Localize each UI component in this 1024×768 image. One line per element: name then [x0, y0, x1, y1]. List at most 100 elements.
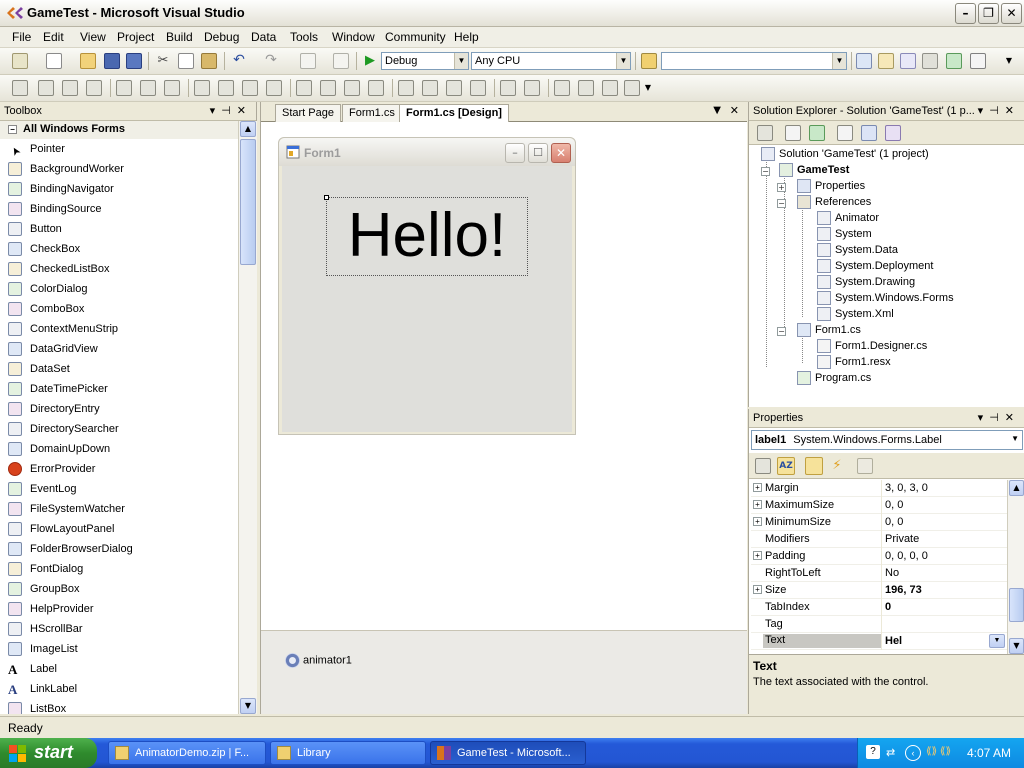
- form1-caption[interactable]: Form1 – ☐ ✕: [279, 138, 575, 166]
- refresh-icon[interactable]: [809, 125, 825, 141]
- window-position-icon[interactable]: ▾: [978, 105, 990, 117]
- reference-system-windows-forms[interactable]: System.Windows.Forms: [817, 291, 954, 305]
- form1-window[interactable]: Form1 – ☐ ✕ Hello!: [278, 137, 576, 435]
- menu-build[interactable]: Build: [166, 30, 193, 44]
- paste-icon[interactable]: [201, 53, 217, 69]
- toolbox-scrollbar[interactable]: ▲ ▼: [238, 121, 257, 714]
- vertical-spacing-icon[interactable]: [398, 80, 414, 96]
- property-row-padding[interactable]: + Padding 0, 0, 0, 0: [751, 548, 1007, 565]
- property-row-maximumsize[interactable]: + MaximumSize 0, 0: [751, 497, 1007, 514]
- close-icon[interactable]: ✕: [1005, 412, 1020, 424]
- same-size-icon[interactable]: [242, 80, 258, 96]
- expand-icon[interactable]: +: [777, 183, 786, 192]
- send-to-back-icon[interactable]: [578, 80, 594, 96]
- toolbar-options-icon[interactable]: ▼: [1003, 53, 1015, 69]
- reference-system-xml[interactable]: System.Xml: [817, 307, 894, 321]
- property-row-tag[interactable]: Tag: [751, 616, 1007, 633]
- toolbox-item-checkbox[interactable]: CheckBox: [0, 239, 238, 259]
- toolbox-item-contextmenustrip[interactable]: ContextMenuStrip: [0, 319, 238, 339]
- menu-file[interactable]: File: [12, 30, 31, 44]
- task-gametest[interactable]: GameTest - Microsoft...: [430, 741, 586, 765]
- toolbox-item-directorysearcher[interactable]: DirectorySearcher: [0, 419, 238, 439]
- references-node[interactable]: References: [797, 195, 871, 209]
- navigate-forward-icon[interactable]: [333, 53, 349, 69]
- toolbox-category[interactable]: − All Windows Forms: [0, 121, 238, 139]
- copy-icon[interactable]: [178, 53, 194, 69]
- form-designer-surface[interactable]: Form1 – ☐ ✕ Hello!: [261, 122, 747, 632]
- cut-icon[interactable]: ✂: [155, 53, 171, 69]
- same-height-icon[interactable]: [218, 80, 234, 96]
- title-bar[interactable]: GameTest - Microsoft Visual Studio – ❐ ✕: [0, 0, 1024, 27]
- align-tops-icon[interactable]: [116, 80, 132, 96]
- property-row-righttoleft[interactable]: RightToLeft No: [751, 565, 1007, 582]
- expand-icon[interactable]: +: [753, 551, 762, 560]
- menu-view[interactable]: View: [80, 30, 106, 44]
- scroll-up-icon[interactable]: ▲: [240, 121, 256, 137]
- close-icon[interactable]: ✕: [237, 105, 252, 117]
- properties-scrollbar[interactable]: ▲ ▼: [1007, 480, 1024, 654]
- object-selector[interactable]: label1 System.Windows.Forms.Label ▼: [751, 430, 1023, 450]
- property-value[interactable]: Hel: [885, 635, 902, 647]
- toolbox-item-backgroundworker[interactable]: BackgroundWorker: [0, 159, 238, 179]
- expand-icon[interactable]: +: [753, 483, 762, 492]
- tray-component[interactable]: animator1: [285, 653, 352, 668]
- reference-system-deployment[interactable]: System.Deployment: [817, 259, 933, 273]
- tab-list-icon[interactable]: ▼: [713, 105, 721, 116]
- task-library[interactable]: Library: [270, 741, 426, 765]
- align-centers-icon[interactable]: [62, 80, 78, 96]
- restore-button[interactable]: ❐: [978, 3, 999, 24]
- file-form1-resx[interactable]: Form1.resx: [817, 355, 891, 369]
- scroll-down-icon[interactable]: ▼: [1009, 638, 1024, 654]
- toolbox-item-eventlog[interactable]: EventLog: [0, 479, 238, 499]
- expand-icon[interactable]: +: [753, 500, 762, 509]
- size-to-grid-icon[interactable]: [266, 80, 282, 96]
- align-rights-icon[interactable]: [86, 80, 102, 96]
- toolbox-item-groupbox[interactable]: GroupBox: [0, 579, 238, 599]
- solution-explorer-icon[interactable]: [856, 53, 872, 69]
- solution-platform-select[interactable]: Any CPU ▼: [471, 52, 631, 70]
- expand-icon[interactable]: +: [753, 517, 762, 526]
- toolbox-icon[interactable]: [922, 53, 938, 69]
- menu-project[interactable]: Project: [117, 30, 154, 44]
- toolbox-item-bindingnavigator[interactable]: BindingNavigator: [0, 179, 238, 199]
- find-combo[interactable]: ▼: [661, 52, 847, 70]
- toolbox-item-listbox[interactable]: ListBox: [0, 699, 238, 714]
- scroll-thumb[interactable]: [1009, 588, 1024, 622]
- toolbox-item-dataset[interactable]: DataSet: [0, 359, 238, 379]
- navigate-back-icon[interactable]: [300, 53, 316, 69]
- menu-help[interactable]: Help: [454, 30, 479, 44]
- categorized-icon[interactable]: [755, 458, 771, 474]
- open-folder-icon[interactable]: [80, 53, 96, 69]
- properties-icon[interactable]: [757, 125, 773, 141]
- horizontal-spacing-icon[interactable]: [296, 80, 312, 96]
- collapse-icon[interactable]: −: [761, 167, 770, 176]
- properties-window-icon[interactable]: [878, 53, 894, 69]
- find-in-files-icon[interactable]: [641, 53, 657, 69]
- center-vertically-icon[interactable]: [524, 80, 540, 96]
- start-page-icon[interactable]: [946, 53, 962, 69]
- text-editor-dropdown-icon[interactable]: ▼: [989, 634, 1005, 648]
- property-row-modifiers[interactable]: Modifiers Private: [751, 531, 1007, 548]
- toolbox-item-fontdialog[interactable]: FontDialog: [0, 559, 238, 579]
- increase-horizontal-spacing-icon[interactable]: [320, 80, 336, 96]
- add-item-icon[interactable]: [46, 53, 62, 69]
- remove-vertical-spacing-icon[interactable]: [470, 80, 486, 96]
- menu-edit[interactable]: Edit: [43, 30, 64, 44]
- alphabetical-icon[interactable]: AZ: [777, 457, 795, 475]
- toolbox-item-datetimepicker[interactable]: DateTimePicker: [0, 379, 238, 399]
- toolbox-item-bindingsource[interactable]: BindingSource: [0, 199, 238, 219]
- command-window-icon[interactable]: [970, 53, 986, 69]
- toolbox-item-pointer[interactable]: ➤ Pointer: [0, 139, 238, 159]
- lock-controls-icon[interactable]: [624, 80, 640, 96]
- toolbox-item-button[interactable]: Button: [0, 219, 238, 239]
- collapse-icon[interactable]: −: [777, 327, 786, 336]
- menu-debug[interactable]: Debug: [204, 30, 239, 44]
- save-icon[interactable]: [104, 53, 120, 69]
- tab-form1-code[interactable]: Form1.cs: [342, 104, 402, 122]
- menu-data[interactable]: Data: [251, 30, 276, 44]
- align-to-grid-icon[interactable]: [12, 80, 28, 96]
- close-icon[interactable]: ✕: [1005, 105, 1020, 117]
- view-designer-icon[interactable]: [861, 125, 877, 141]
- start-debugging-icon[interactable]: ▶: [362, 53, 378, 69]
- decrease-horizontal-spacing-icon[interactable]: [344, 80, 360, 96]
